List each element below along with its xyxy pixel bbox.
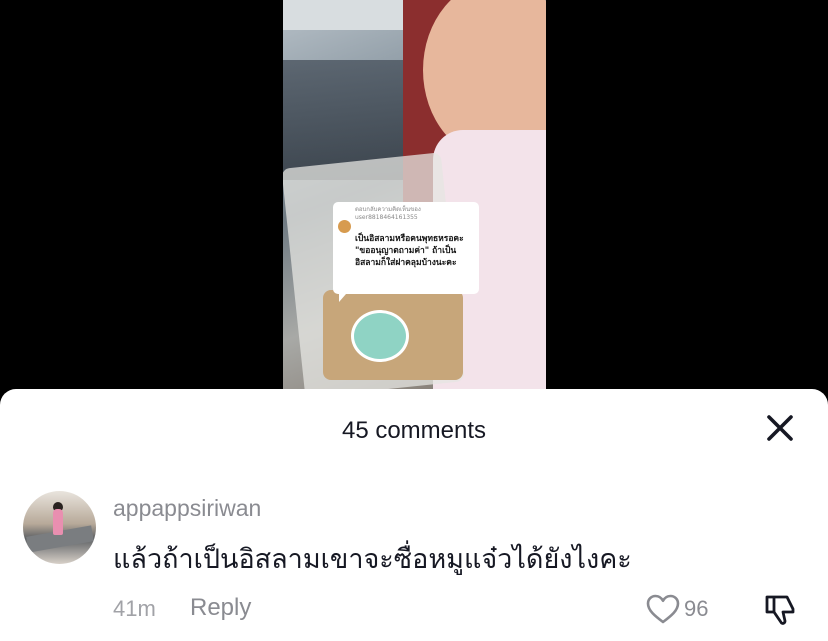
heart-outline-icon[interactable] — [645, 593, 681, 625]
video-player[interactable]: ตอบกลับความคิดเห็นของ user8818464161355 … — [0, 0, 828, 400]
reply-button[interactable]: Reply — [190, 594, 251, 622]
avatar-figure — [53, 509, 63, 535]
avatar[interactable] — [23, 491, 96, 564]
bubble-reply-text: เป็นอิสลามหรือคนพุทธหรอคะ "ขออนุญาตถามค่… — [355, 234, 464, 268]
video-product-sticker — [351, 310, 409, 362]
comment-text: แล้วถ้าเป็นอิสลามเขาจะซื่อหมูแจ๋วได้ยังไ… — [113, 544, 632, 575]
bubble-avatar — [338, 220, 351, 233]
comment-username[interactable]: appappsiriwan — [113, 495, 261, 522]
comment-timestamp: 41m — [113, 596, 156, 621]
thumbs-down-icon[interactable] — [762, 591, 798, 627]
video-frame[interactable] — [283, 0, 546, 392]
like-count: 96 — [684, 596, 709, 621]
bubble-reply-meta: ตอบกลับความคิดเห็นของ user8818464161355 — [355, 206, 421, 221]
close-icon[interactable] — [762, 410, 798, 446]
comments-sheet: 45 comments appappsiriwan แล้วถ้าเป็นอิส… — [0, 389, 828, 641]
comments-count-title: 45 comments — [341, 417, 487, 444]
reply-to-comment-bubble[interactable]: ตอบกลับความคิดเห็นของ user8818464161355 … — [333, 202, 479, 302]
